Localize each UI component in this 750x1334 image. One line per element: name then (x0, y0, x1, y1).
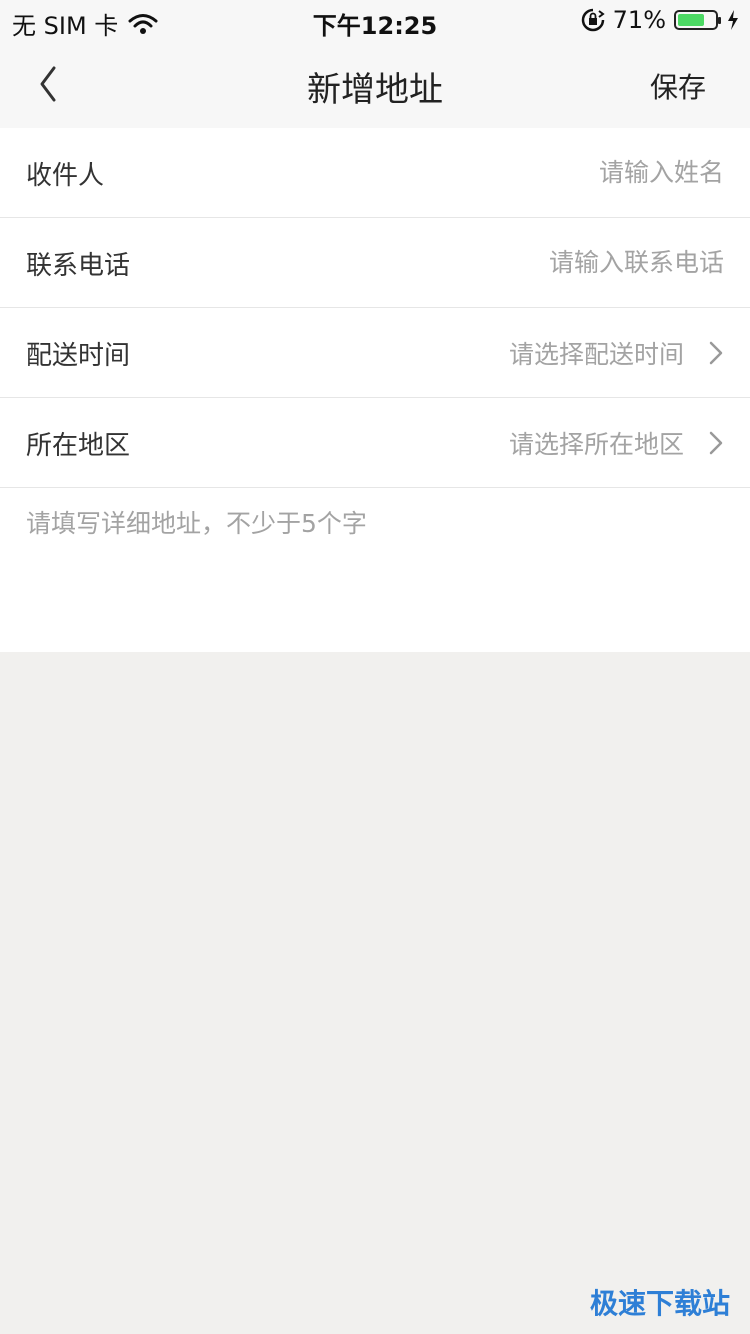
recipient-row: 收件人 (0, 128, 750, 218)
delivery-time-row[interactable]: 配送时间 请选择配送时间 (0, 308, 750, 398)
region-label: 所在地区 (26, 431, 131, 461)
chevron-right-icon (709, 431, 723, 455)
battery-fill (678, 14, 704, 26)
navigation-bar: 新增地址 保存 (0, 40, 750, 128)
status-right: 71% (581, 6, 740, 34)
phone-row: 联系电话 (0, 218, 750, 308)
address-detail-input[interactable] (26, 504, 724, 644)
chevron-right-icon (709, 341, 723, 365)
save-button[interactable]: 保存 (650, 66, 706, 106)
watermark: 极速下载站 (589, 1287, 730, 1320)
phone-label: 联系电话 (26, 251, 131, 281)
battery-icon (674, 10, 721, 30)
region-value: 请选择所在地区 (508, 430, 684, 459)
recipient-input[interactable] (304, 150, 724, 194)
region-row[interactable]: 所在地区 请选择所在地区 (0, 398, 750, 488)
address-form: 收件人 联系电话 配送时间 请选择配送时间 所在地区 请选择所在地区 (0, 128, 750, 652)
recipient-label: 收件人 (26, 161, 105, 191)
battery-percent: 71% (612, 6, 666, 34)
page-title: 新增地址 (307, 70, 443, 110)
delivery-time-value: 请选择配送时间 (508, 340, 684, 369)
delivery-time-label: 配送时间 (26, 341, 131, 371)
charging-icon (728, 10, 738, 30)
status-bar: 无 SIM 卡 下午12:25 71% (0, 0, 750, 40)
phone-input[interactable] (304, 240, 724, 284)
rotation-lock-icon (581, 8, 605, 32)
